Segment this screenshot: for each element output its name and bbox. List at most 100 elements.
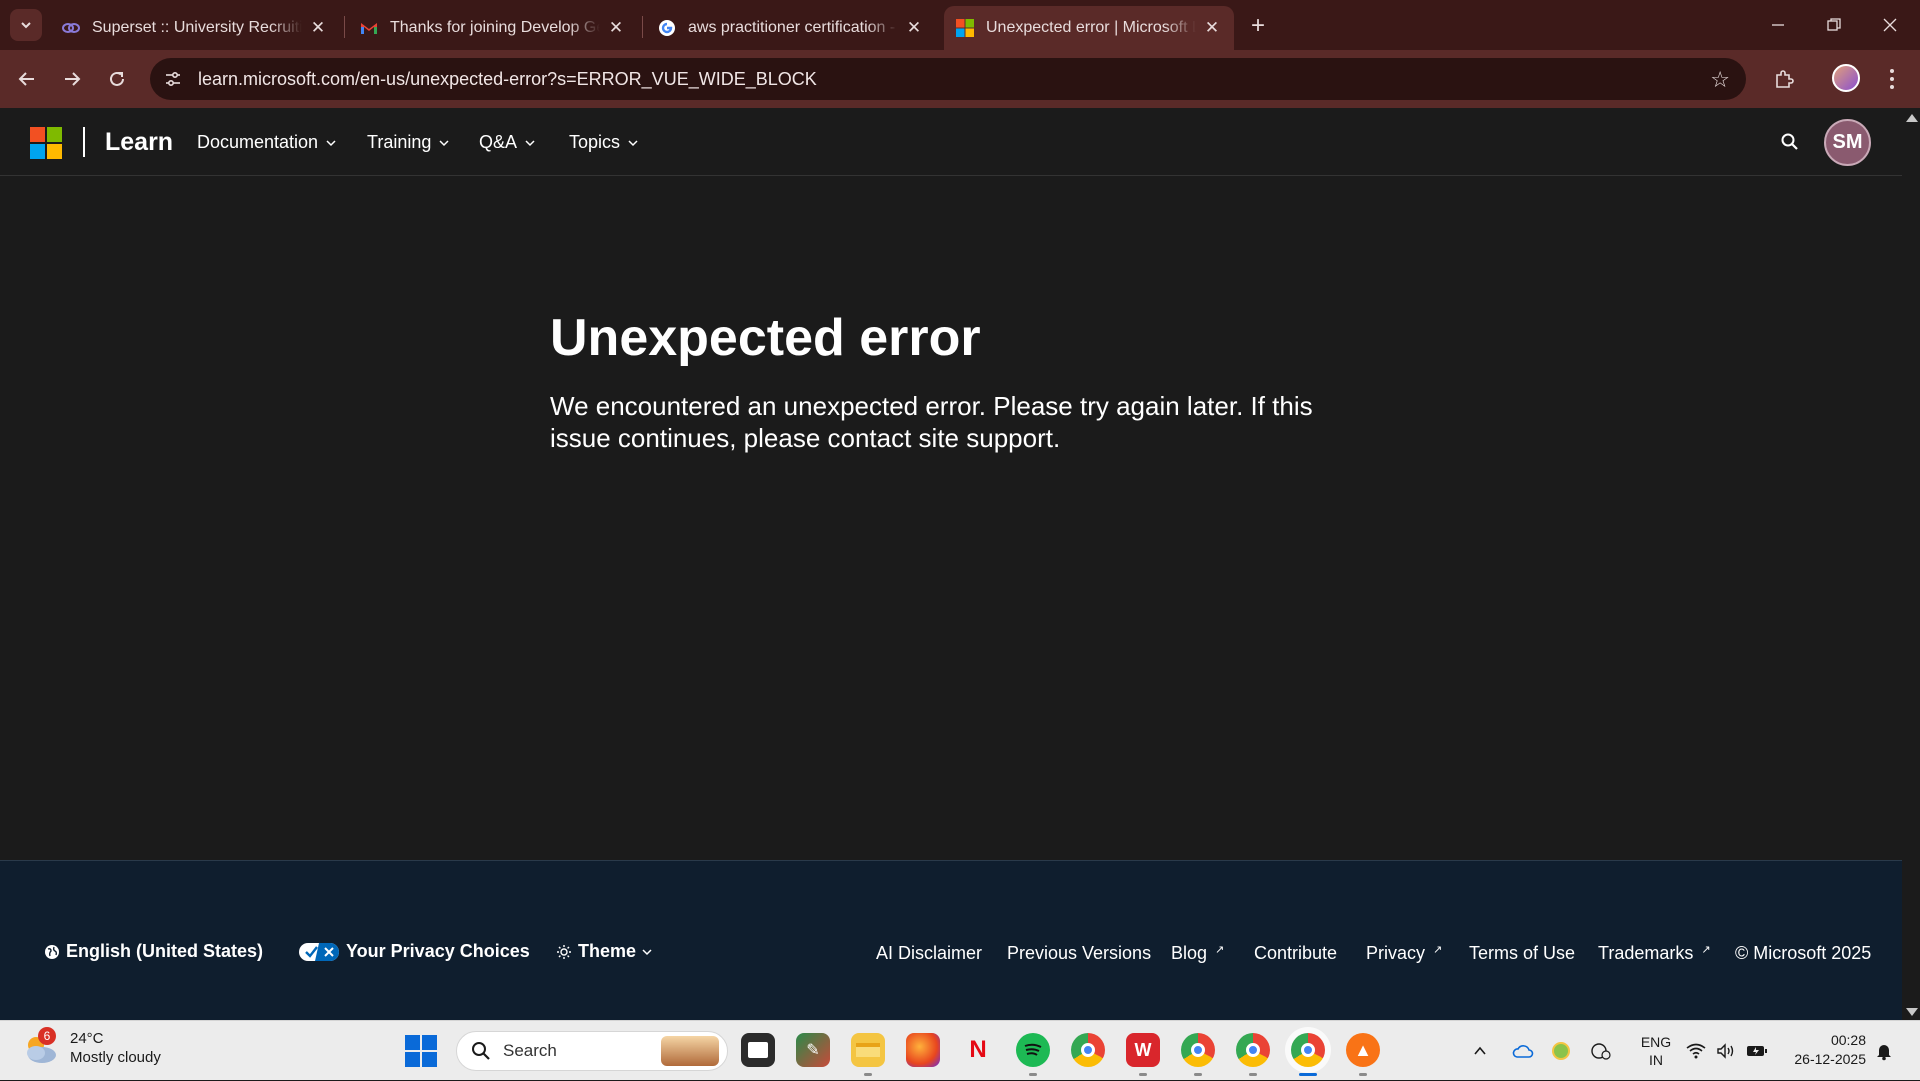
globe-icon [45,944,59,959]
locale-selector[interactable]: English (United States) [44,941,263,962]
footer-copyright: © Microsoft 2025 [1735,943,1872,963]
close-tab-icon[interactable]: ✕ [606,18,626,38]
tab-microsoft-learn[interactable]: Unexpected error | Microsoft Le ✕ [944,6,1234,50]
scroll-up-arrow-icon[interactable] [1906,114,1918,122]
error-title: Unexpected error [550,309,981,367]
firefox-icon[interactable] [906,1033,940,1067]
footer-link-previous-versions[interactable]: Previous Versions [1007,943,1151,964]
privacy-choices-link[interactable]: Your Privacy Choices [298,941,530,962]
file-explorer-icon[interactable] [851,1033,885,1076]
link-label: Terms of Use [1469,943,1576,963]
restore-button[interactable] [1806,0,1862,50]
minimize-button[interactable] [1750,0,1806,50]
footer-link-blog[interactable]: Blog ↗ [1171,943,1224,964]
footer-link-ai-disclaimer[interactable]: AI Disclaimer [876,943,982,964]
microsoft-logo[interactable] [30,127,62,159]
link-label: Contribute [1254,943,1338,963]
browser-toolbar: learn.microsoft.com/en-us/unexpected-err… [0,50,1920,108]
close-window-button[interactable] [1862,0,1918,50]
scroll-down-arrow-icon[interactable] [1906,1008,1918,1016]
wps-office-icon[interactable]: W [1126,1033,1160,1076]
snipping-tool-icon[interactable]: ✎ [796,1033,830,1067]
locale-label: English (United States) [66,941,264,961]
puzzle-icon [1776,70,1794,88]
theme-selector[interactable]: Theme [556,941,652,962]
nav-label: Training [367,132,432,152]
browser-profile-avatar[interactable] [1832,64,1860,92]
windows-start-button[interactable] [405,1035,437,1067]
reload-button[interactable] [101,63,133,95]
browser-tab-bar: Superset :: University Recruiting ✕ Than… [0,0,1920,50]
site-info-icon[interactable] [158,64,188,94]
bookmark-star-icon[interactable]: ☆ [1710,67,1730,93]
show-hidden-icons-button[interactable] [1472,1021,1488,1081]
active-window-indicator [1299,1073,1317,1076]
error-message: We encountered an unexpected error. Plea… [550,391,1313,453]
nav-label: Q&A [479,132,518,152]
system-clock[interactable]: 00:28 26-12-2025 [1786,1031,1866,1069]
superset-icon [62,19,80,37]
battery-icon[interactable] [1746,1021,1768,1081]
url-text[interactable]: learn.microsoft.com/en-us/unexpected-err… [198,69,817,90]
browser-menu-button[interactable] [1882,63,1902,95]
nav-qa[interactable]: Q&A [479,132,535,153]
region-code: IN [1649,1052,1663,1068]
search-highlight-image [661,1036,719,1066]
green-tray-icon[interactable] [1552,1021,1570,1081]
chevron-up-icon [1474,1046,1486,1055]
site-brand[interactable]: Learn [105,128,173,157]
address-bar[interactable]: learn.microsoft.com/en-us/unexpected-err… [150,58,1746,100]
nav-topics[interactable]: Topics [569,132,638,153]
new-tab-button[interactable]: + [1244,12,1272,40]
close-tab-icon[interactable]: ✕ [904,18,924,38]
weather-widget[interactable]: 6 24°C Mostly cloudy [22,1027,161,1067]
clock-time: 00:28 [1830,1032,1866,1048]
netflix-icon[interactable]: N [961,1033,995,1067]
close-tab-icon[interactable]: ✕ [308,18,328,38]
tab-google-search[interactable]: aws practitioner certification - G ✕ [646,6,936,50]
footer-link-contribute[interactable]: Contribute [1254,943,1337,964]
chrome-active-icon[interactable] [1291,1033,1325,1076]
orange-app-icon[interactable]: ▲ [1346,1033,1380,1076]
footer-link-trademarks[interactable]: Trademarks ↗ [1598,943,1711,964]
external-link-icon: ↗ [1701,944,1711,956]
running-indicator [1029,1073,1037,1076]
volume-icon[interactable] [1716,1021,1736,1081]
close-tab-icon[interactable]: ✕ [1202,18,1222,38]
forward-button[interactable] [56,63,88,95]
notifications-bell-icon[interactable] [1874,1021,1894,1081]
external-link-icon: ↗ [1215,944,1225,956]
nav-training[interactable]: Training [367,132,449,153]
page-scrollbar[interactable] [1902,108,1920,1020]
chrome-profile-icon[interactable] [1181,1033,1215,1076]
tab-gmail[interactable]: Thanks for joining Develop Gen ✕ [348,6,638,50]
taskbar-search-box[interactable]: Search [456,1031,728,1071]
running-indicator [1139,1073,1147,1076]
theme-label: Theme [578,941,637,961]
tab-title: aws practitioner certification - G [688,19,898,36]
chrome-icon[interactable] [1071,1033,1105,1067]
site-header: Learn Documentation Training Q&A Topics … [0,108,1902,176]
footer-link-privacy[interactable]: Privacy ↗ [1366,943,1442,964]
task-view-icon[interactable] [741,1033,775,1067]
spotify-icon[interactable] [1016,1033,1050,1076]
input-language-indicator[interactable]: ENG IN [1636,1021,1676,1081]
reload-icon [110,71,124,86]
search-icon [472,1042,490,1060]
tab-title: Thanks for joining Develop Gen [390,19,600,36]
minimize-icon [1772,24,1784,26]
extensions-button[interactable] [1768,63,1800,95]
running-indicator [864,1073,872,1076]
chrome-profile-icon[interactable] [1236,1033,1270,1076]
tab-title: Unexpected error | Microsoft Le [986,19,1196,36]
tab-search-button[interactable] [10,9,42,41]
back-button[interactable] [11,63,43,95]
user-avatar[interactable]: SM [1824,119,1871,166]
tab-superset[interactable]: Superset :: University Recruiting ✕ [50,6,340,50]
footer-link-terms-of-use[interactable]: Terms of Use [1469,943,1575,964]
search-icon[interactable] [1778,130,1802,154]
wifi-icon[interactable] [1686,1021,1706,1081]
onedrive-icon[interactable] [1512,1021,1534,1081]
network-status-icon[interactable] [1590,1021,1612,1081]
nav-documentation[interactable]: Documentation [197,132,336,153]
